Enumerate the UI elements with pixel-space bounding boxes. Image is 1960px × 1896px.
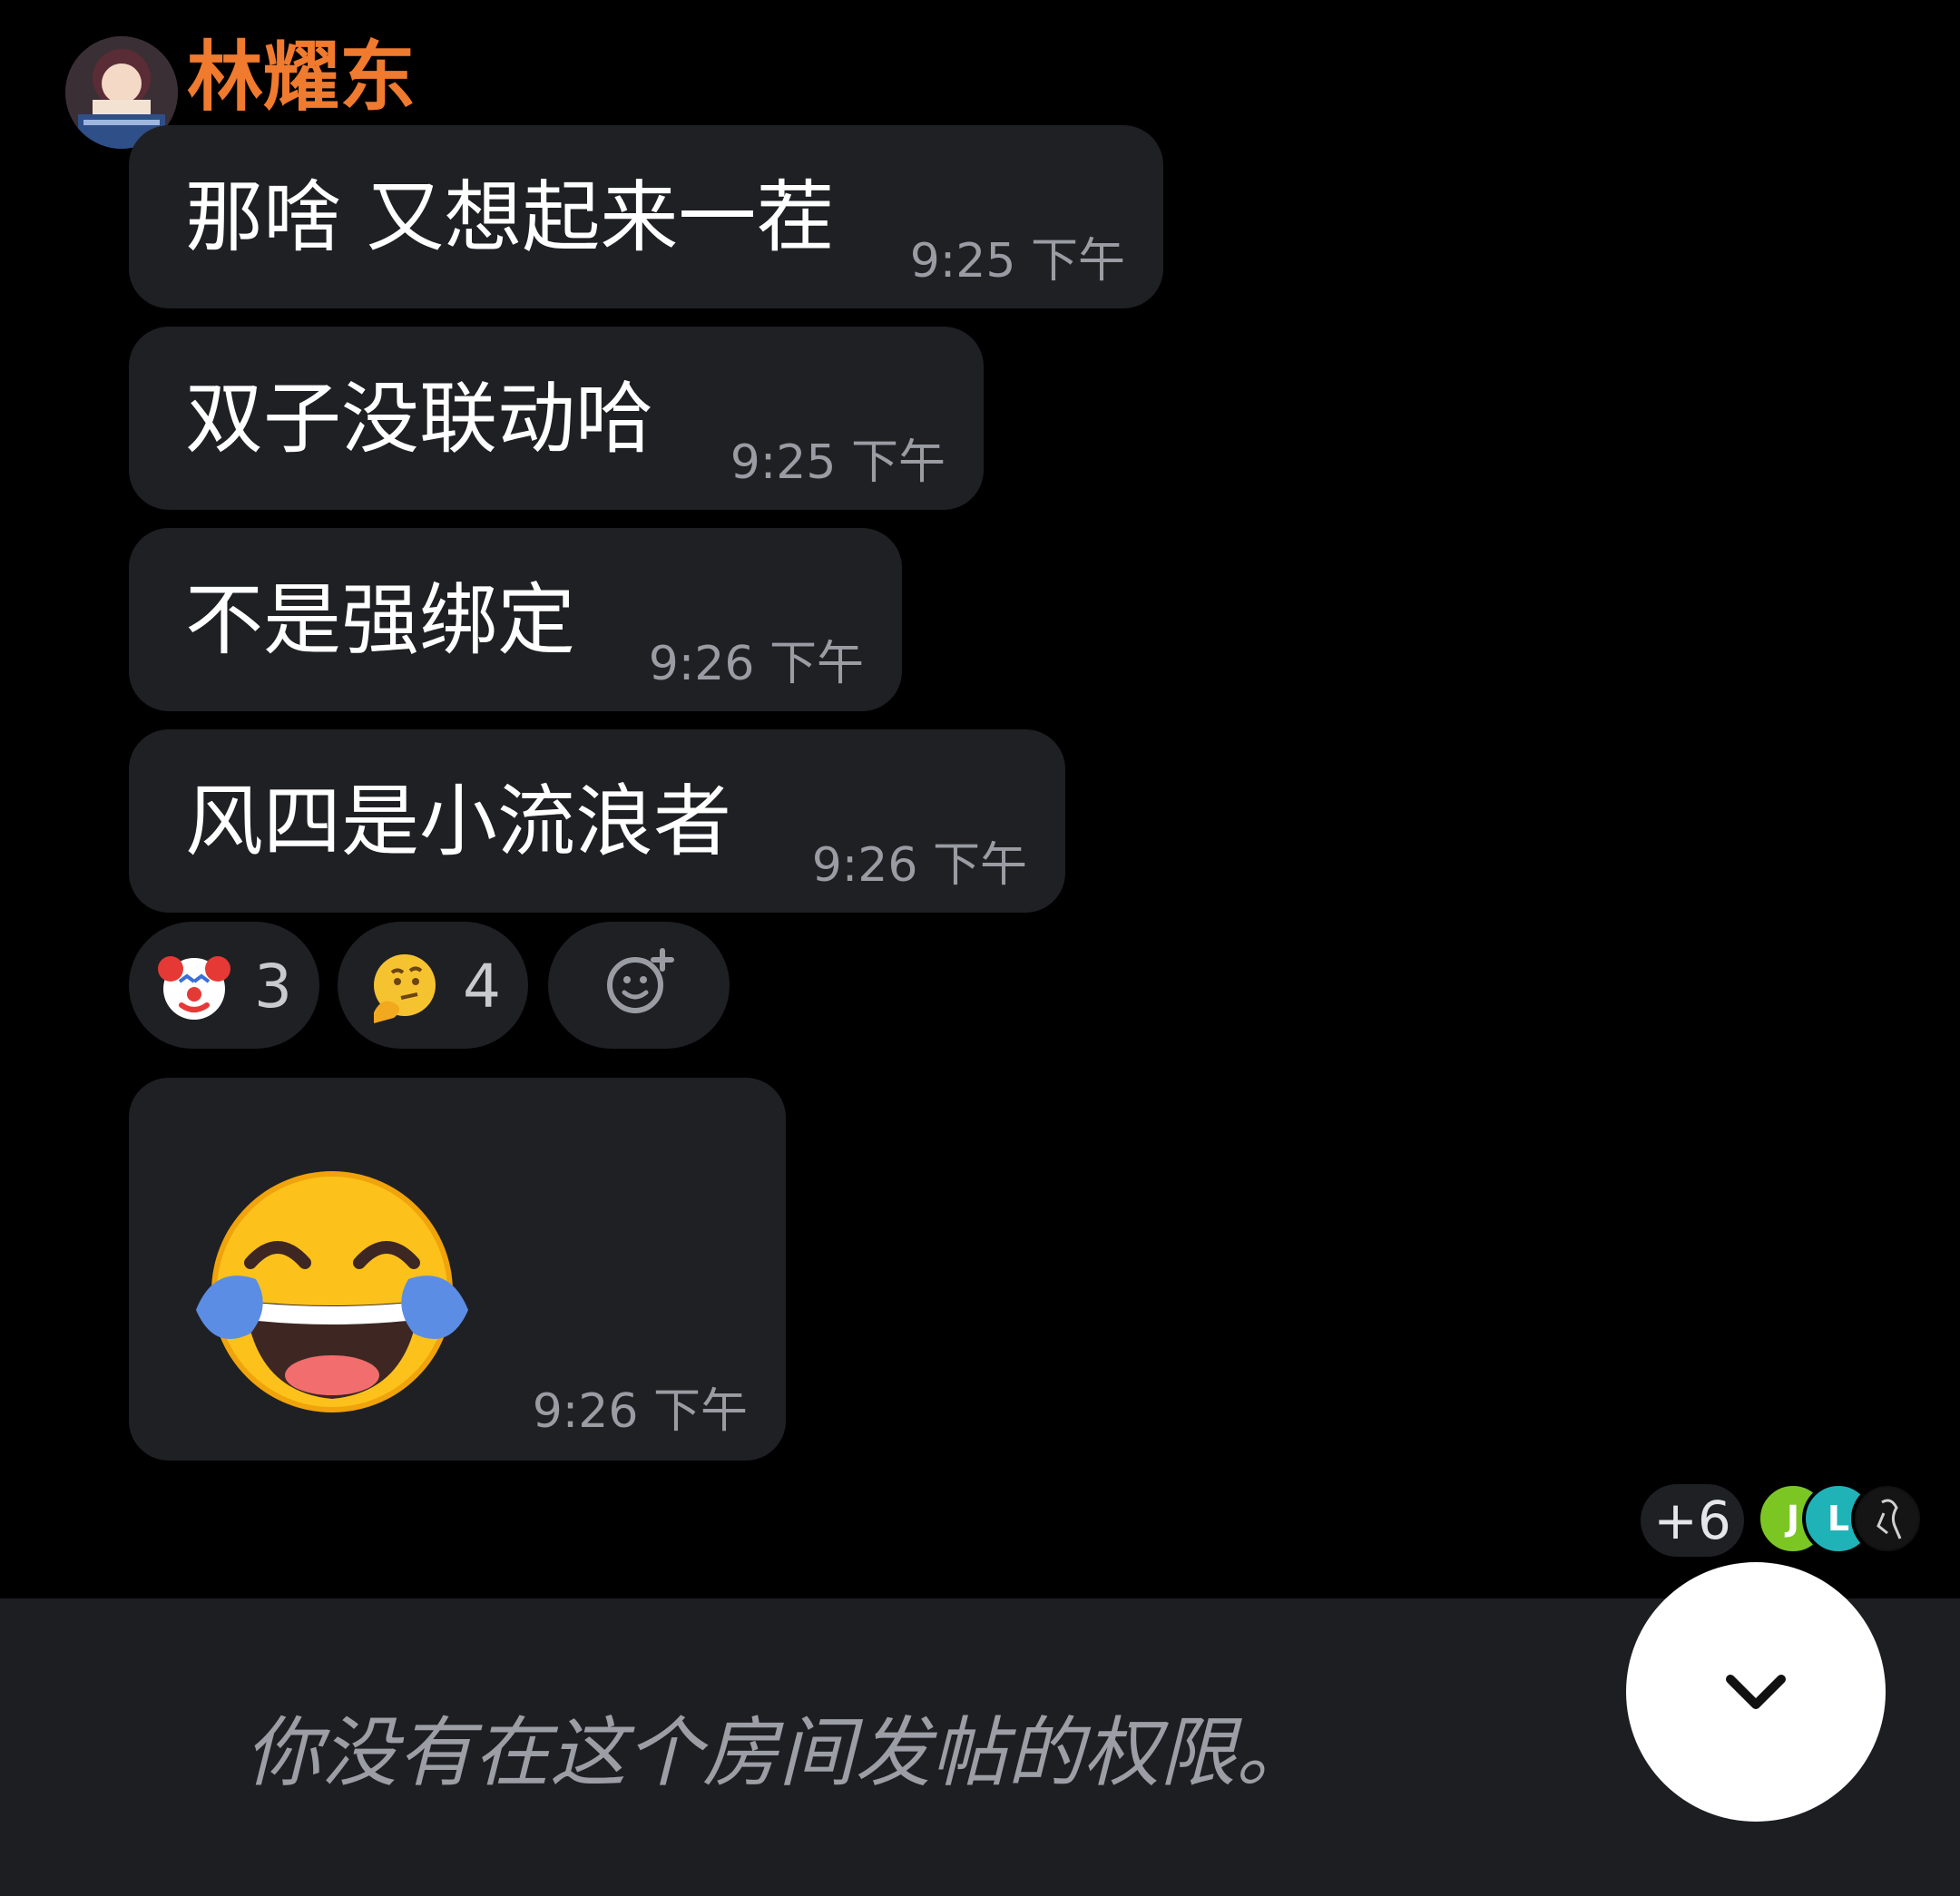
thinking-face-icon [374,954,436,1023]
add-reaction-button[interactable] [548,922,730,1049]
reaction-thinking[interactable]: 4 [338,922,528,1049]
emoji-message-bubble[interactable]: 9:26 下午 [129,1078,786,1461]
no-permission-notice: 你没有在这个房间发帖的权限。 [245,1708,1313,1797]
chevron-down-icon [1726,1675,1786,1709]
scroll-to-bottom-button[interactable] [1626,1562,1886,1822]
reaction-count: 4 [463,952,501,1021]
message-bubble[interactable]: 双子没联动哈 9:25 下午 [129,327,984,510]
message-bubble[interactable]: 那啥 又想起来一茬 9:25 下午 [129,125,1163,308]
sender-name[interactable]: 林耀东 [187,27,416,127]
message-time: 9:26 下午 [532,1384,748,1439]
face-with-tears-of-joy-icon [196,1171,468,1412]
add-reaction-icon [607,948,674,1013]
message-time: 9:25 下午 [909,234,1125,288]
message-bubble[interactable]: 风四是小流浪者 9:26 下午 [129,729,1065,913]
message-time: 9:26 下午 [811,838,1027,893]
message-bubble[interactable]: 不是强绑定 9:26 下午 [129,528,902,711]
read-receipts-count[interactable]: +6 [1641,1484,1744,1557]
message-text: 不是强绑定 [185,575,575,666]
reader-avatar-image [1857,1488,1918,1549]
message-time: 9:26 下午 [648,637,864,691]
clown-face-icon [158,956,230,1020]
reaction-clown[interactable]: 3 [129,922,319,1049]
message-text: 风四是小流浪者 [185,777,731,867]
reaction-count: 3 [254,952,292,1021]
reader-avatar[interactable] [1851,1482,1924,1555]
message-time: 9:25 下午 [730,435,946,490]
message-text: 双子没联动哈 [185,374,653,464]
message-text: 那啥 又想起来一茬 [185,172,835,263]
